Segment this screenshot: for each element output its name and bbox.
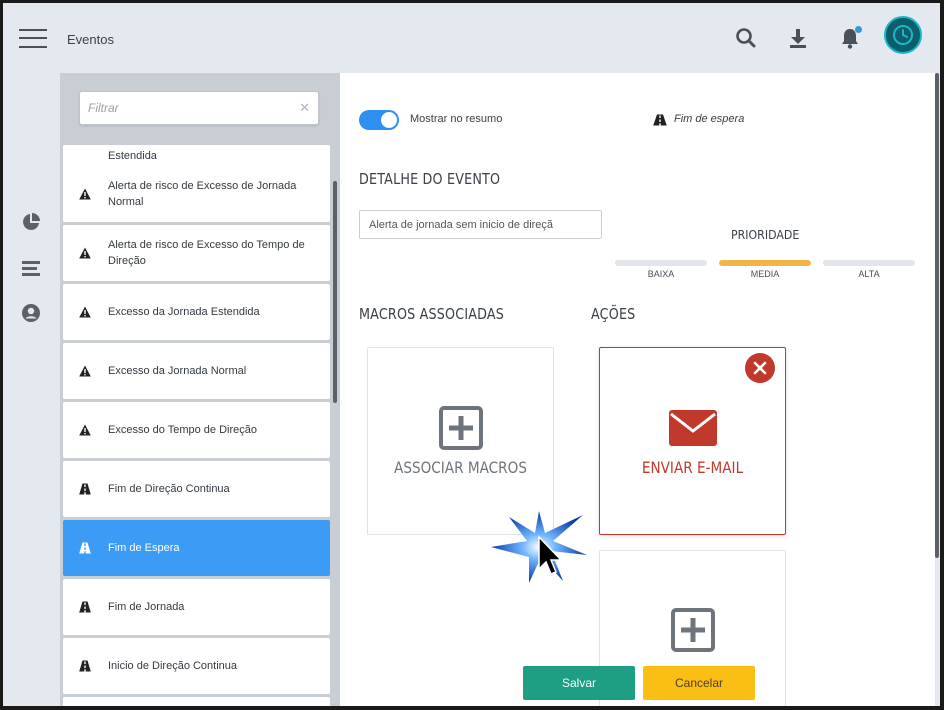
cancel-button[interactable]: Cancelar bbox=[643, 666, 755, 700]
page-title: Eventos bbox=[67, 32, 114, 47]
list-item-label: Excesso do Tempo de Direção bbox=[108, 424, 257, 436]
event-description-input[interactable] bbox=[359, 210, 602, 239]
associate-macros-label: ASSOCIAR MACROS bbox=[394, 458, 527, 477]
list-item-selected[interactable]: Fim de Espera bbox=[63, 520, 330, 576]
priority-medium-bar[interactable] bbox=[719, 260, 811, 266]
priority-medium-label: MEDIA bbox=[750, 269, 780, 279]
top-bar: Eventos bbox=[3, 3, 940, 73]
list-item[interactable]: Fim de Direção Continua bbox=[63, 461, 330, 517]
send-email-label: ENVIAR E-MAIL bbox=[641, 458, 744, 477]
search-icon[interactable] bbox=[733, 25, 759, 51]
road-icon bbox=[79, 542, 91, 554]
section-title-detail: DETALHE DO EVENTO bbox=[359, 170, 501, 188]
plus-square-icon bbox=[671, 608, 715, 652]
detail-scrollbar[interactable] bbox=[935, 73, 939, 558]
list-icon[interactable] bbox=[20, 257, 42, 279]
priority-high-label: ALTA bbox=[858, 269, 880, 279]
road-icon bbox=[79, 483, 91, 495]
toggle-label: Mostrar no resumo bbox=[410, 113, 503, 125]
event-detail-panel: Mostrar no resumo Fim de espera DETALHE … bbox=[340, 73, 935, 706]
list-item[interactable]: Alerta de risco de Excesso de Jornada No… bbox=[63, 166, 330, 222]
bell-icon[interactable] bbox=[837, 25, 863, 51]
list-item[interactable]: Excesso da Jornada Estendida bbox=[63, 284, 330, 340]
plus-square-icon bbox=[439, 406, 483, 450]
app-window: Eventos ✕ Estendida bbox=[3, 3, 940, 706]
warning-icon bbox=[79, 306, 91, 318]
road-icon bbox=[79, 660, 91, 672]
associate-macros-card[interactable]: ASSOCIAR MACROS bbox=[367, 347, 554, 535]
road-icon bbox=[653, 114, 667, 126]
priority-low-label: BAIXA bbox=[647, 269, 675, 279]
section-title-macros: MACROS ASSOCIADAS bbox=[359, 305, 505, 323]
event-list-panel: ✕ Estendida Alerta de risco de Excesso d… bbox=[60, 73, 340, 706]
road-icon bbox=[79, 601, 91, 613]
warning-icon bbox=[79, 424, 91, 436]
filter-input[interactable] bbox=[88, 92, 288, 124]
warning-icon bbox=[79, 365, 91, 377]
warning-icon bbox=[79, 247, 91, 259]
list-item-label: Alerta de risco de Excesso do Tempo de D… bbox=[108, 239, 305, 267]
notification-badge bbox=[855, 26, 862, 33]
list-item-label: Fim de Direção Continua bbox=[108, 483, 230, 495]
clear-filter-icon[interactable]: ✕ bbox=[299, 100, 310, 116]
warning-icon bbox=[79, 188, 91, 200]
list-item-label: Excesso da Jornada Estendida bbox=[108, 306, 260, 318]
list-item-label: Fim de Jornada bbox=[108, 601, 185, 613]
list-item[interactable] bbox=[63, 697, 330, 706]
list-item[interactable]: Excesso da Jornada Normal bbox=[63, 343, 330, 399]
list-item-label: Excesso da Jornada Normal bbox=[108, 365, 247, 377]
save-button[interactable]: Salvar bbox=[523, 666, 635, 700]
event-list: Estendida Alerta de risco de Excesso de … bbox=[63, 145, 330, 706]
list-item[interactable]: Alerta de risco de Excesso do Tempo de D… bbox=[63, 225, 330, 281]
section-title-actions: AÇÕES bbox=[591, 305, 636, 323]
list-item-label: Estendida bbox=[108, 150, 157, 162]
download-icon[interactable] bbox=[785, 25, 811, 51]
list-item-label: Fim de Espera bbox=[108, 542, 180, 554]
list-item-label: Alerta de risco de Excesso de Jornada No… bbox=[108, 180, 297, 208]
list-item[interactable]: Excesso do Tempo de Direção bbox=[63, 402, 330, 458]
priority-low-bar[interactable] bbox=[615, 260, 707, 266]
filter-box: ✕ bbox=[79, 91, 319, 125]
avatar[interactable] bbox=[884, 16, 922, 54]
list-item-label: Inicio de Direção Continua bbox=[108, 660, 238, 672]
list-scrollbar[interactable] bbox=[333, 181, 337, 403]
close-icon bbox=[753, 361, 767, 375]
show-in-summary-toggle[interactable] bbox=[359, 110, 399, 130]
envelope-icon bbox=[669, 410, 717, 446]
menu-icon[interactable] bbox=[19, 27, 47, 49]
list-item[interactable]: Inicio de Direção Continua bbox=[63, 638, 330, 694]
pie-chart-icon[interactable] bbox=[20, 211, 42, 233]
event-type-label: Fim de espera bbox=[674, 113, 745, 125]
send-email-action-card[interactable]: ENVIAR E-MAIL bbox=[599, 347, 786, 535]
user-circle-icon[interactable] bbox=[20, 302, 42, 324]
priority-title: PRIORIDADE bbox=[731, 227, 800, 242]
priority-high-bar[interactable] bbox=[823, 260, 915, 266]
list-item[interactable]: Fim de Jornada bbox=[63, 579, 330, 635]
remove-action-button[interactable] bbox=[745, 353, 775, 383]
